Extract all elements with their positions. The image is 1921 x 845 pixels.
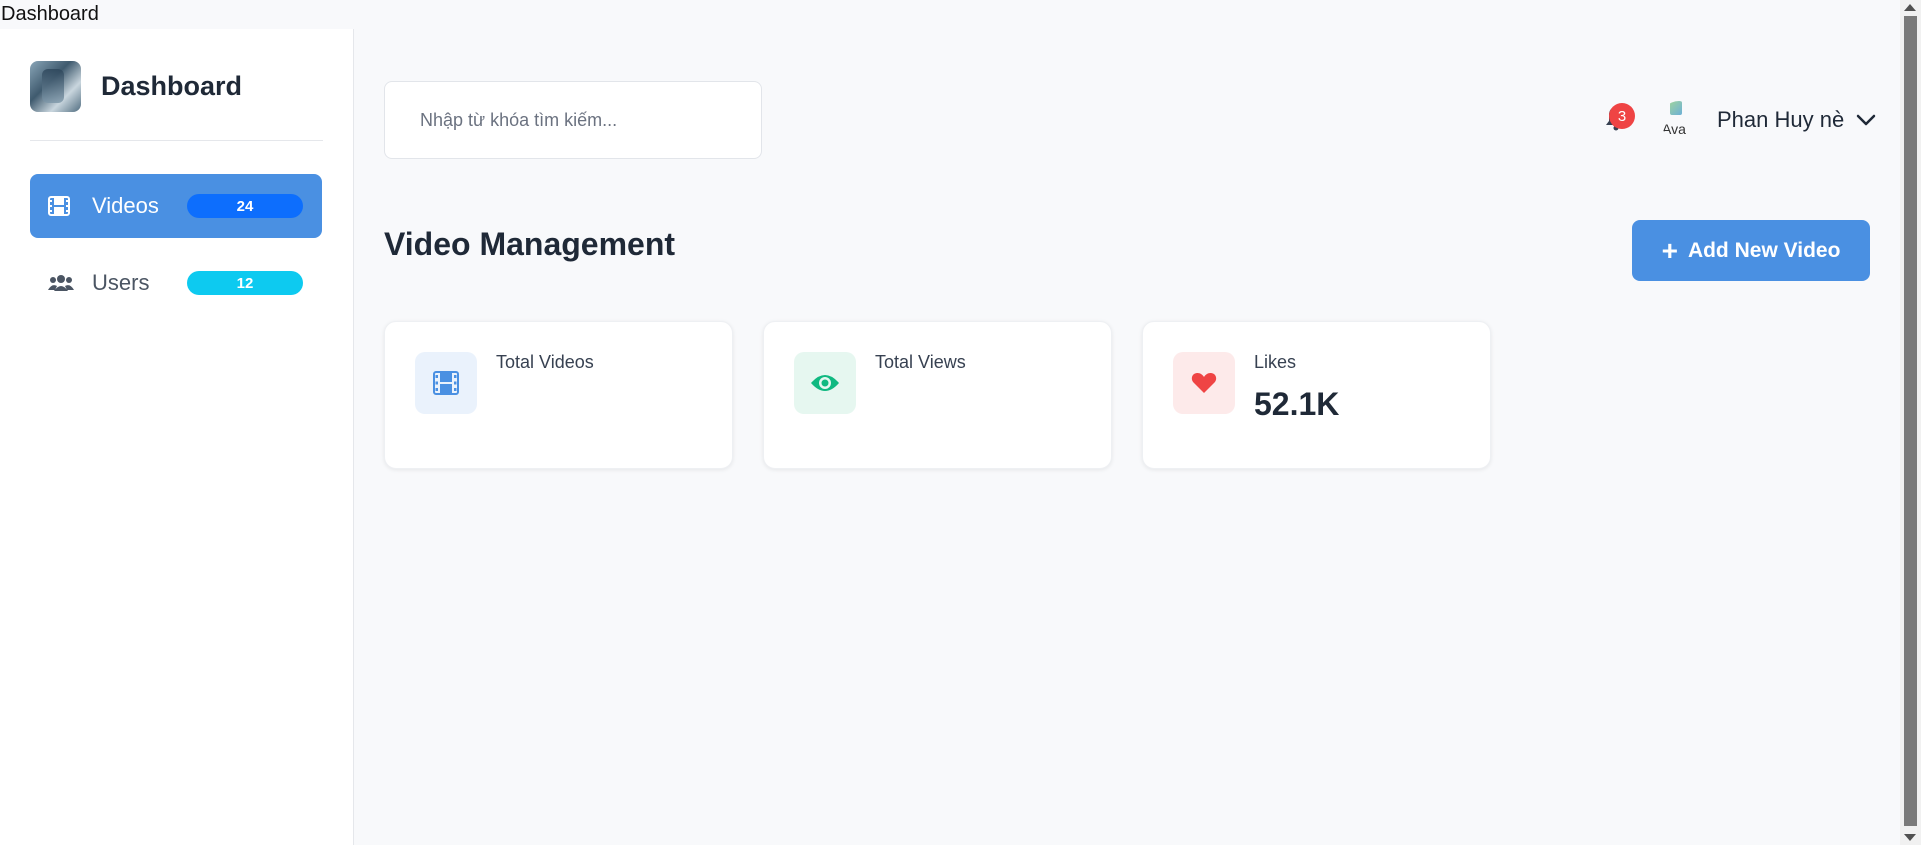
stat-card-total-videos: Total Videos: [384, 321, 733, 469]
eye-icon: [794, 352, 856, 414]
add-new-video-button[interactable]: + Add New Video: [1632, 220, 1870, 281]
heart-icon: [1173, 352, 1235, 414]
sidebar-item-label: Videos: [92, 193, 159, 218]
chevron-down-icon[interactable]: [1856, 113, 1876, 127]
count-badge: 12: [187, 271, 303, 295]
stat-card-total-views: Total Views: [763, 321, 1112, 469]
scrollbar-thumb[interactable]: [1904, 16, 1917, 826]
scroll-down-arrow-icon[interactable]: [1904, 834, 1916, 841]
notifications-button[interactable]: 3: [1605, 103, 1635, 135]
avatar[interactable]: Ava: [1660, 101, 1698, 139]
stat-label: Total Videos: [496, 352, 594, 372]
count-badge: 24: [187, 194, 303, 218]
sidebar-item-videos[interactable]: Videos 24: [30, 174, 322, 238]
stat-card-likes: Likes 52.1K: [1142, 321, 1491, 469]
users-icon: [48, 273, 78, 293]
sidebar-item-label: Users: [92, 270, 150, 295]
sidebar-item-users[interactable]: Users 12: [30, 251, 322, 315]
notification-count-badge: 3: [1609, 103, 1635, 129]
scroll-up-arrow-icon[interactable]: [1904, 4, 1916, 11]
brand-name: Dashboard: [101, 71, 243, 101]
add-button-label: Add New Video: [1687, 238, 1841, 262]
search-input[interactable]: [385, 82, 761, 158]
avatar-alt-text: Ava: [1662, 121, 1686, 137]
broken-image-icon: [1670, 101, 1682, 115]
page-title: Video Management: [384, 226, 676, 262]
sidebar: Dashboard Videos 24 Users 12: [0, 29, 354, 845]
stat-value: 52.1K: [1254, 386, 1340, 422]
user-name[interactable]: Phan Huy nè: [1717, 107, 1844, 133]
brand-logo: [30, 61, 81, 112]
stat-label: Total Views: [875, 352, 966, 372]
brand[interactable]: Dashboard: [30, 61, 242, 112]
document-title: Dashboard: [0, 0, 1901, 29]
film-icon: [415, 352, 477, 414]
scrollbar[interactable]: [1900, 0, 1921, 845]
film-icon: [48, 196, 78, 216]
plus-icon: +: [1661, 234, 1678, 266]
divider: [30, 140, 323, 141]
stat-label: Likes: [1254, 352, 1297, 372]
topbar-user-area: 3 Ava Phan Huy nè: [1605, 100, 1876, 140]
search-box: [384, 81, 762, 159]
